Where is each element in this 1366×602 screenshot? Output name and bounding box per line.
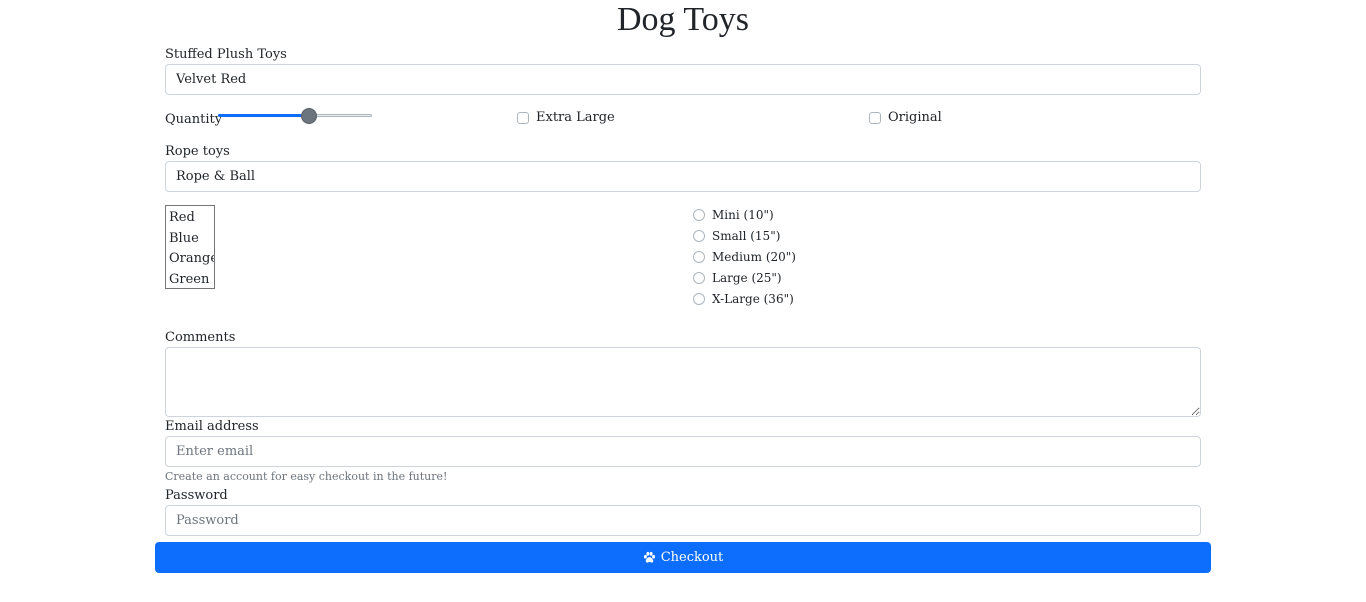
extra-large-label: Extra Large (536, 110, 615, 125)
slider-thumb[interactable] (301, 108, 317, 124)
size-radio-group: Mini (10") Small (15") Medium (20") Larg… (693, 205, 796, 309)
radio-button[interactable] (693, 209, 705, 222)
rope-label: Rope toys (165, 144, 230, 159)
size-label: Medium (20") (712, 249, 796, 264)
color-listbox[interactable]: Red Blue Orange Green (165, 205, 215, 289)
email-label: Email address (165, 419, 259, 434)
slider-fill (218, 114, 309, 117)
checkout-label: Checkout (660, 550, 724, 565)
size-option[interactable]: Small (15") (693, 226, 796, 247)
radio-button[interactable] (693, 230, 705, 243)
original-option[interactable]: Original (869, 110, 942, 125)
comments-label: Comments (165, 330, 236, 345)
color-option[interactable]: Orange (169, 249, 214, 270)
radio-button[interactable] (693, 271, 705, 284)
plush-label: Stuffed Plush Toys (165, 47, 287, 62)
radio-button[interactable] (693, 292, 705, 305)
original-checkbox[interactable] (869, 111, 881, 124)
radio-button[interactable] (693, 250, 705, 263)
rope-input[interactable] (165, 161, 1201, 192)
password-input[interactable] (165, 505, 1201, 536)
size-option[interactable]: Mini (10") (693, 205, 796, 226)
comments-textarea[interactable] (165, 347, 1201, 417)
email-input[interactable] (165, 436, 1201, 467)
extra-large-option[interactable]: Extra Large (517, 110, 615, 125)
size-label: Large (25") (712, 270, 782, 285)
color-option[interactable]: Red (169, 208, 214, 229)
size-label: X-Large (36") (712, 291, 794, 306)
color-option[interactable]: Blue (169, 229, 214, 250)
paw-icon (643, 551, 655, 563)
checkout-button[interactable]: Checkout (155, 542, 1211, 573)
password-label: Password (165, 488, 228, 503)
size-option[interactable]: X-Large (36") (693, 288, 796, 309)
extra-large-checkbox[interactable] (517, 111, 529, 124)
quantity-slider[interactable] (218, 108, 372, 124)
size-label: Small (15") (712, 229, 781, 244)
size-option[interactable]: Large (25") (693, 267, 796, 288)
size-label: Mini (10") (712, 208, 774, 223)
plush-input[interactable] (165, 64, 1201, 95)
quantity-label: Quantity (165, 112, 223, 127)
color-option[interactable]: Green (169, 270, 214, 289)
page-title: Dog Toys (616, 1, 750, 38)
original-label: Original (888, 110, 942, 125)
size-option[interactable]: Medium (20") (693, 247, 796, 268)
email-help-text: Create an account for easy checkout in t… (165, 470, 448, 483)
